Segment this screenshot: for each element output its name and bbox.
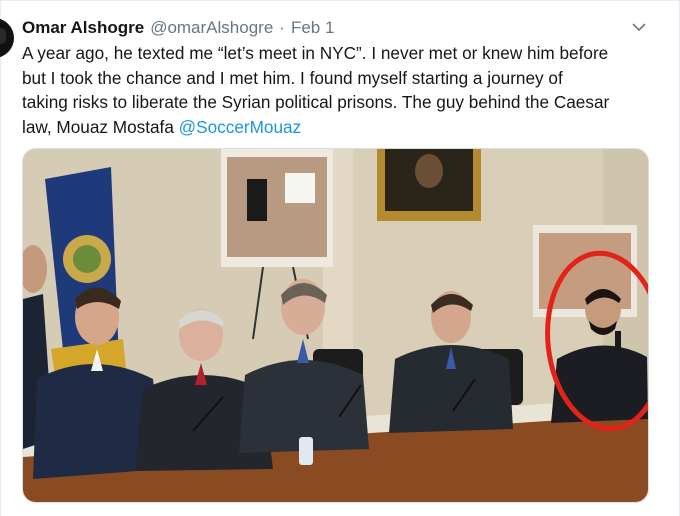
mention-link[interactable]: @SoccerMouaz (179, 117, 302, 137)
poster-left-photo (227, 157, 327, 257)
painting-figure (415, 154, 443, 188)
tweet-text-line-last: law, Mouaz Mostafa @SoccerMouaz (22, 115, 658, 140)
frame-left-border (0, 0, 1, 516)
person-6-microphone (615, 331, 621, 351)
tweet-text-line: taking risks to liberate the Syrian poli… (22, 92, 610, 112)
tweet-date[interactable]: Feb 1 (291, 18, 334, 38)
tweet-text-line: law, Mouaz Mostafa (22, 116, 179, 137)
frame-top-border (0, 0, 680, 1)
tweet-text-line: but I took the chance and I met him. I f… (22, 67, 563, 88)
tweet-text-line: A year ago, he texted me “let’s meet in … (22, 43, 609, 63)
avatar[interactable] (0, 18, 14, 58)
display-name[interactable]: Omar Alshogre (22, 18, 144, 38)
tweet-header: Omar Alshogre @omarAlshogre · Feb 1 (22, 16, 334, 40)
separator-dot: · (279, 18, 285, 37)
user-handle[interactable]: @omarAlshogre (150, 18, 273, 38)
chevron-down-icon-glyph (632, 23, 646, 31)
photo-illustration (23, 149, 648, 502)
tweet-text: A year ago, he texted me “let’s meet in … (22, 41, 658, 139)
tweet-photo[interactable] (22, 148, 649, 503)
poster-label (285, 173, 315, 203)
flag-seal-inner (73, 245, 101, 273)
water-bottle (299, 437, 313, 465)
chevron-down-icon[interactable] (628, 16, 650, 38)
person-6-body (551, 345, 648, 423)
poster-censor-bar (247, 179, 267, 221)
